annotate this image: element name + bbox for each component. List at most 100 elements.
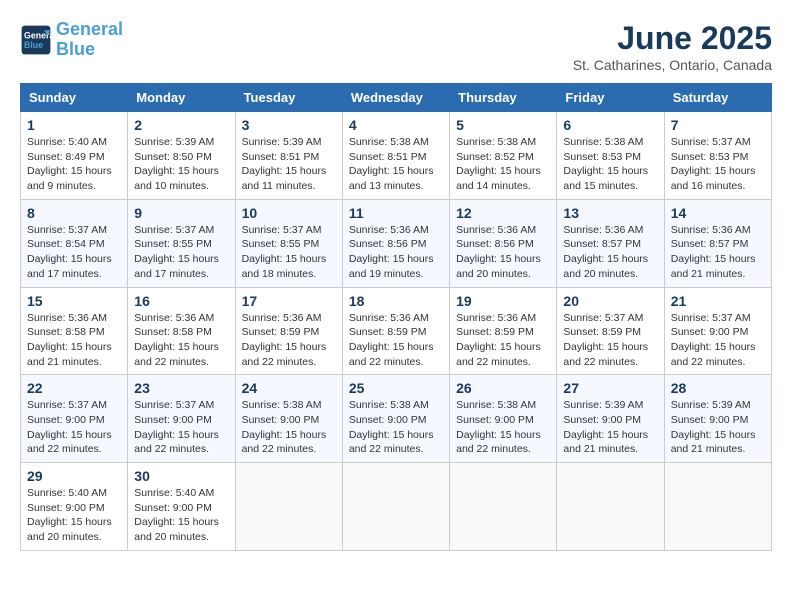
day-number: 27: [563, 380, 657, 396]
day-number: 25: [349, 380, 443, 396]
day-info: Sunrise: 5:39 AM Sunset: 9:00 PM Dayligh…: [671, 398, 765, 457]
day-cell-12: 12 Sunrise: 5:36 AM Sunset: 8:56 PM Dayl…: [450, 199, 557, 287]
day-cell-20: 20 Sunrise: 5:37 AM Sunset: 8:59 PM Dayl…: [557, 287, 664, 375]
day-number: 5: [456, 117, 550, 133]
day-cell-23: 23 Sunrise: 5:37 AM Sunset: 9:00 PM Dayl…: [128, 375, 235, 463]
day-number: 12: [456, 205, 550, 221]
day-number: 4: [349, 117, 443, 133]
empty-cell: [450, 463, 557, 551]
page-header: General Blue General Blue June 2025 St. …: [20, 20, 772, 73]
header-saturday: Saturday: [664, 84, 771, 112]
day-info: Sunrise: 5:36 AM Sunset: 8:56 PM Dayligh…: [456, 223, 550, 282]
day-info: Sunrise: 5:37 AM Sunset: 8:59 PM Dayligh…: [563, 311, 657, 370]
logo-line2: Blue: [56, 39, 95, 59]
day-number: 20: [563, 293, 657, 309]
day-info: Sunrise: 5:37 AM Sunset: 9:00 PM Dayligh…: [134, 398, 228, 457]
day-number: 14: [671, 205, 765, 221]
header-friday: Friday: [557, 84, 664, 112]
day-info: Sunrise: 5:36 AM Sunset: 8:58 PM Dayligh…: [134, 311, 228, 370]
week-row-4: 22 Sunrise: 5:37 AM Sunset: 9:00 PM Dayl…: [21, 375, 772, 463]
day-number: 10: [242, 205, 336, 221]
day-cell-26: 26 Sunrise: 5:38 AM Sunset: 9:00 PM Dayl…: [450, 375, 557, 463]
header-monday: Monday: [128, 84, 235, 112]
header-wednesday: Wednesday: [342, 84, 449, 112]
day-info: Sunrise: 5:37 AM Sunset: 8:53 PM Dayligh…: [671, 135, 765, 194]
day-info: Sunrise: 5:37 AM Sunset: 8:55 PM Dayligh…: [242, 223, 336, 282]
day-info: Sunrise: 5:38 AM Sunset: 8:52 PM Dayligh…: [456, 135, 550, 194]
logo: General Blue General Blue: [20, 20, 123, 60]
calendar-table: Sunday Monday Tuesday Wednesday Thursday…: [20, 83, 772, 551]
header-thursday: Thursday: [450, 84, 557, 112]
header-tuesday: Tuesday: [235, 84, 342, 112]
day-cell-7: 7 Sunrise: 5:37 AM Sunset: 8:53 PM Dayli…: [664, 112, 771, 200]
week-row-3: 15 Sunrise: 5:36 AM Sunset: 8:58 PM Dayl…: [21, 287, 772, 375]
day-number: 13: [563, 205, 657, 221]
empty-cell: [235, 463, 342, 551]
day-info: Sunrise: 5:36 AM Sunset: 8:58 PM Dayligh…: [27, 311, 121, 370]
day-number: 23: [134, 380, 228, 396]
day-number: 9: [134, 205, 228, 221]
day-cell-22: 22 Sunrise: 5:37 AM Sunset: 9:00 PM Dayl…: [21, 375, 128, 463]
day-cell-25: 25 Sunrise: 5:38 AM Sunset: 9:00 PM Dayl…: [342, 375, 449, 463]
day-number: 19: [456, 293, 550, 309]
day-number: 6: [563, 117, 657, 133]
day-info: Sunrise: 5:36 AM Sunset: 8:59 PM Dayligh…: [349, 311, 443, 370]
empty-cell: [664, 463, 771, 551]
day-info: Sunrise: 5:36 AM Sunset: 8:56 PM Dayligh…: [349, 223, 443, 282]
week-row-1: 1 Sunrise: 5:40 AM Sunset: 8:49 PM Dayli…: [21, 112, 772, 200]
day-cell-3: 3 Sunrise: 5:39 AM Sunset: 8:51 PM Dayli…: [235, 112, 342, 200]
header-sunday: Sunday: [21, 84, 128, 112]
day-cell-28: 28 Sunrise: 5:39 AM Sunset: 9:00 PM Dayl…: [664, 375, 771, 463]
week-row-5: 29 Sunrise: 5:40 AM Sunset: 9:00 PM Dayl…: [21, 463, 772, 551]
day-cell-29: 29 Sunrise: 5:40 AM Sunset: 9:00 PM Dayl…: [21, 463, 128, 551]
week-row-2: 8 Sunrise: 5:37 AM Sunset: 8:54 PM Dayli…: [21, 199, 772, 287]
logo-icon: General Blue: [20, 24, 52, 56]
day-number: 28: [671, 380, 765, 396]
day-number: 2: [134, 117, 228, 133]
day-cell-13: 13 Sunrise: 5:36 AM Sunset: 8:57 PM Dayl…: [557, 199, 664, 287]
day-info: Sunrise: 5:40 AM Sunset: 9:00 PM Dayligh…: [134, 486, 228, 545]
day-cell-14: 14 Sunrise: 5:36 AM Sunset: 8:57 PM Dayl…: [664, 199, 771, 287]
day-info: Sunrise: 5:36 AM Sunset: 8:59 PM Dayligh…: [456, 311, 550, 370]
day-cell-9: 9 Sunrise: 5:37 AM Sunset: 8:55 PM Dayli…: [128, 199, 235, 287]
title-area: June 2025 St. Catharines, Ontario, Canad…: [573, 20, 772, 73]
day-cell-24: 24 Sunrise: 5:38 AM Sunset: 9:00 PM Dayl…: [235, 375, 342, 463]
day-cell-5: 5 Sunrise: 5:38 AM Sunset: 8:52 PM Dayli…: [450, 112, 557, 200]
logo-line1: General: [56, 19, 123, 39]
day-info: Sunrise: 5:37 AM Sunset: 8:55 PM Dayligh…: [134, 223, 228, 282]
day-number: 18: [349, 293, 443, 309]
day-cell-21: 21 Sunrise: 5:37 AM Sunset: 9:00 PM Dayl…: [664, 287, 771, 375]
day-info: Sunrise: 5:37 AM Sunset: 9:00 PM Dayligh…: [27, 398, 121, 457]
day-info: Sunrise: 5:39 AM Sunset: 8:51 PM Dayligh…: [242, 135, 336, 194]
day-cell-4: 4 Sunrise: 5:38 AM Sunset: 8:51 PM Dayli…: [342, 112, 449, 200]
day-number: 22: [27, 380, 121, 396]
day-cell-1: 1 Sunrise: 5:40 AM Sunset: 8:49 PM Dayli…: [21, 112, 128, 200]
day-cell-18: 18 Sunrise: 5:36 AM Sunset: 8:59 PM Dayl…: [342, 287, 449, 375]
day-cell-19: 19 Sunrise: 5:36 AM Sunset: 8:59 PM Dayl…: [450, 287, 557, 375]
day-cell-30: 30 Sunrise: 5:40 AM Sunset: 9:00 PM Dayl…: [128, 463, 235, 551]
day-cell-11: 11 Sunrise: 5:36 AM Sunset: 8:56 PM Dayl…: [342, 199, 449, 287]
day-cell-2: 2 Sunrise: 5:39 AM Sunset: 8:50 PM Dayli…: [128, 112, 235, 200]
day-number: 30: [134, 468, 228, 484]
day-info: Sunrise: 5:37 AM Sunset: 9:00 PM Dayligh…: [671, 311, 765, 370]
day-info: Sunrise: 5:38 AM Sunset: 9:00 PM Dayligh…: [349, 398, 443, 457]
day-info: Sunrise: 5:38 AM Sunset: 8:51 PM Dayligh…: [349, 135, 443, 194]
empty-cell: [557, 463, 664, 551]
day-info: Sunrise: 5:38 AM Sunset: 9:00 PM Dayligh…: [456, 398, 550, 457]
day-info: Sunrise: 5:38 AM Sunset: 8:53 PM Dayligh…: [563, 135, 657, 194]
day-info: Sunrise: 5:38 AM Sunset: 9:00 PM Dayligh…: [242, 398, 336, 457]
day-info: Sunrise: 5:36 AM Sunset: 8:57 PM Dayligh…: [671, 223, 765, 282]
day-number: 8: [27, 205, 121, 221]
day-number: 7: [671, 117, 765, 133]
day-cell-16: 16 Sunrise: 5:36 AM Sunset: 8:58 PM Dayl…: [128, 287, 235, 375]
day-number: 16: [134, 293, 228, 309]
day-number: 15: [27, 293, 121, 309]
day-number: 26: [456, 380, 550, 396]
day-cell-6: 6 Sunrise: 5:38 AM Sunset: 8:53 PM Dayli…: [557, 112, 664, 200]
empty-cell: [342, 463, 449, 551]
location-subtitle: St. Catharines, Ontario, Canada: [573, 57, 772, 73]
day-cell-10: 10 Sunrise: 5:37 AM Sunset: 8:55 PM Dayl…: [235, 199, 342, 287]
day-cell-27: 27 Sunrise: 5:39 AM Sunset: 9:00 PM Dayl…: [557, 375, 664, 463]
day-info: Sunrise: 5:37 AM Sunset: 8:54 PM Dayligh…: [27, 223, 121, 282]
svg-text:Blue: Blue: [24, 40, 43, 50]
